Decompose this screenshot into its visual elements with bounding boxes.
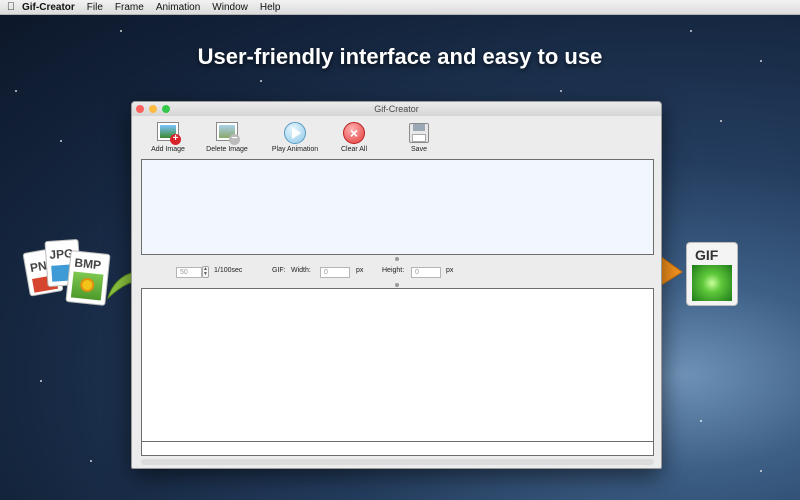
add-image-label: Add Image: [151, 146, 185, 153]
play-icon: [284, 122, 306, 144]
delete-image-button[interactable]: − Delete Image: [204, 122, 250, 153]
menu-frame[interactable]: Frame: [115, 2, 144, 13]
menu-animation[interactable]: Animation: [156, 2, 200, 13]
minimize-window-button[interactable]: [149, 105, 157, 113]
zoom-window-button[interactable]: [162, 105, 170, 113]
star: [40, 380, 42, 382]
play-animation-label: Play Animation: [271, 146, 319, 153]
top-split-handle[interactable]: [395, 257, 399, 261]
headline: User-friendly interface and easy to use: [197, 44, 603, 69]
star: [560, 90, 562, 92]
star: [720, 120, 722, 122]
delay-stepper[interactable]: ▲ ▼: [202, 266, 209, 278]
gif-label: GIF:: [272, 267, 286, 274]
bottom-split-handle[interactable]: [395, 283, 399, 287]
window-title: Gif-Creator: [374, 104, 419, 114]
app-window: Gif-Creator + Add Image − Delete Image P…: [131, 101, 662, 469]
menu-help[interactable]: Help: [260, 2, 281, 13]
window-controls: [136, 105, 170, 113]
delete-image-icon: −: [216, 122, 240, 145]
height-label: Height:: [382, 267, 405, 274]
width-label: Width:: [291, 267, 311, 274]
sunflower-icon: [79, 277, 95, 293]
width-input[interactable]: 0: [320, 267, 350, 278]
gif-file-icon: GIF: [686, 242, 738, 306]
bmp-file-label: BMP: [73, 255, 102, 273]
menu-bar:  Gif-Creator File Frame Animation Windo…: [0, 0, 800, 15]
star: [700, 420, 702, 422]
delay-input[interactable]: 50: [176, 267, 202, 278]
play-animation-button[interactable]: Play Animation: [268, 122, 322, 153]
save-icon: [408, 122, 430, 144]
star: [90, 460, 92, 462]
star: [120, 30, 122, 32]
delete-image-label: Delete Image: [206, 146, 248, 153]
star: [15, 90, 17, 92]
save-button[interactable]: Save: [406, 122, 432, 153]
close-window-button[interactable]: [136, 105, 144, 113]
add-image-button[interactable]: + Add Image: [148, 122, 188, 153]
properties-bar: 50 ▲ ▼ 1/100sec GIF: Width: 0 px Height: …: [132, 265, 661, 279]
height-input[interactable]: 0: [411, 267, 441, 278]
star: [60, 140, 62, 142]
title-bar: Gif-Creator: [132, 102, 661, 116]
menu-file[interactable]: File: [87, 2, 103, 13]
horizontal-scrollbar[interactable]: [141, 459, 654, 465]
clear-all-button[interactable]: × Clear All: [336, 122, 372, 153]
frames-pane[interactable]: [141, 159, 654, 255]
menu-window[interactable]: Window: [212, 2, 248, 13]
gif-file-label: GIF: [695, 247, 719, 263]
star: [760, 470, 762, 472]
apple-icon[interactable]: : [0, 1, 22, 13]
width-unit-label: px: [356, 267, 364, 274]
preview-pane[interactable]: [141, 288, 654, 456]
clear-all-label: Clear All: [340, 146, 368, 153]
delay-unit-label: 1/100sec: [214, 267, 243, 274]
toolbar: + Add Image − Delete Image Play Animatio…: [132, 116, 661, 160]
star: [260, 80, 262, 82]
preview-status-strip: [142, 441, 653, 455]
save-label: Save: [411, 146, 427, 153]
height-unit-label: px: [446, 267, 454, 274]
add-image-icon: +: [157, 122, 181, 145]
menu-app-name[interactable]: Gif-Creator: [22, 2, 75, 13]
star: [690, 30, 692, 32]
clear-all-icon: ×: [343, 122, 365, 144]
